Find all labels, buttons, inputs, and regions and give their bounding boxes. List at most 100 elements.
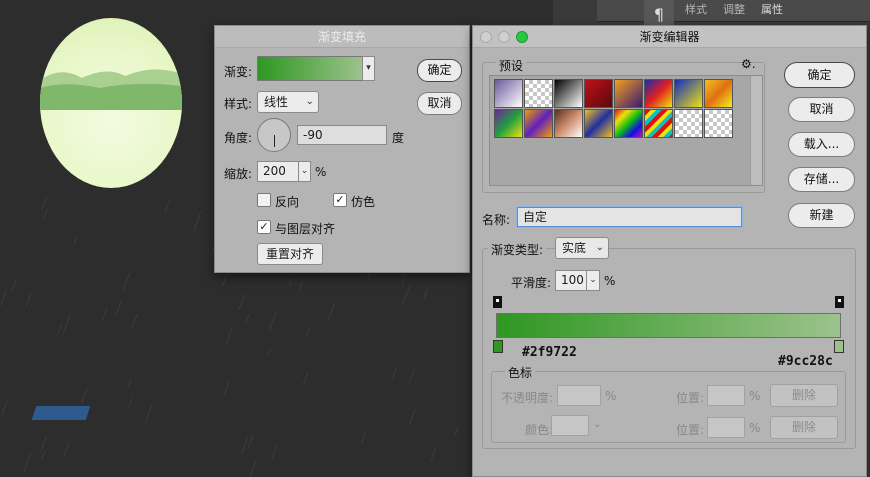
panel-tab-strip: 样式 调整 属性: [597, 0, 870, 22]
style-select[interactable]: 线性 ⌄: [257, 91, 319, 113]
ok-button[interactable]: 确定: [784, 62, 855, 88]
location-input[interactable]: [707, 385, 745, 406]
angle-label: 角度:: [224, 131, 253, 145]
color-stop-right[interactable]: [834, 340, 844, 353]
canvas-texture-streak: [144, 404, 153, 424]
smoothness-input[interactable]: 100: [555, 270, 587, 291]
gradient-fill-dialog: 渐变填充 渐变: ▾ 确定 取消 样式: 线性 ⌄ 角度: -90 度 缩放: …: [214, 25, 470, 273]
smoothness-dropdown-button[interactable]: ⌄: [586, 270, 600, 291]
zoom-window-button[interactable]: [516, 31, 528, 43]
gradient-editor-dialog: 渐变编辑器 预设 ⚙. 确定 取消 载入... 存储... 名称: 自定 新建 …: [472, 25, 867, 477]
preset-swatch[interactable]: [524, 79, 553, 108]
preset-swatch[interactable]: [674, 109, 703, 138]
color-stop-left[interactable]: [493, 340, 503, 353]
cancel-button[interactable]: 取消: [417, 92, 462, 115]
color-label: 颜色:: [525, 423, 554, 437]
presets-label: 预设: [496, 57, 527, 74]
gear-icon[interactable]: ⚙.: [741, 57, 756, 71]
scale-dropdown-button[interactable]: ⌄: [298, 161, 311, 182]
angle-unit: 度: [392, 131, 405, 145]
canvas-texture-streak: [122, 272, 131, 291]
preset-swatch[interactable]: [494, 109, 523, 138]
tab-properties[interactable]: 属性: [761, 1, 783, 19]
canvas-texture-streak: [361, 433, 366, 444]
canvas-texture-streak: [454, 426, 459, 436]
preset-swatch[interactable]: [644, 79, 673, 108]
canvas-texture-streak: [408, 369, 415, 384]
stop-right-hex-label: #9cc28c: [778, 354, 833, 369]
load-button[interactable]: 载入...: [788, 132, 855, 157]
canvas-texture-streak: [248, 460, 257, 477]
canvas-texture-streak: [238, 295, 245, 310]
align-with-layer-checkbox[interactable]: ✓: [257, 220, 271, 234]
scale-input[interactable]: 200: [257, 161, 299, 182]
canvas-texture-streak: [62, 314, 71, 335]
canvas-texture-streak: [41, 195, 48, 210]
canvas-texture-streak: [81, 387, 88, 404]
opacity-label: 不透明度:: [501, 391, 554, 405]
gradient-label: 渐变:: [224, 65, 253, 79]
opacity-input[interactable]: [557, 385, 601, 406]
preset-swatch[interactable]: [644, 109, 673, 138]
gradient-dropdown-button[interactable]: ▾: [362, 56, 375, 81]
save-button[interactable]: 存储...: [788, 167, 855, 192]
angle-input[interactable]: -90: [297, 125, 387, 145]
style-value: 线性: [264, 95, 289, 109]
reverse-label: 反向: [275, 195, 300, 209]
canvas-texture-streak: [268, 312, 277, 331]
cancel-button[interactable]: 取消: [788, 97, 855, 122]
name-input[interactable]: 自定: [517, 207, 742, 227]
canvas-texture-streak: [327, 302, 336, 320]
gradient-type-select[interactable]: 实底 ⌄: [555, 237, 609, 259]
location-input-2[interactable]: [707, 417, 745, 438]
minimize-window-button[interactable]: [498, 31, 510, 43]
canvas-texture-streak: [392, 368, 397, 379]
preset-swatch[interactable]: [704, 109, 733, 138]
canvas-texture-streak: [115, 300, 122, 317]
preset-swatch[interactable]: [704, 79, 733, 108]
scale-label: 缩放:: [224, 167, 253, 181]
canvas-texture-streak: [101, 307, 108, 322]
angle-dial[interactable]: [257, 118, 291, 152]
dither-checkbox[interactable]: ✓: [333, 193, 347, 207]
new-button[interactable]: 新建: [788, 203, 855, 228]
preset-swatch[interactable]: [614, 109, 643, 138]
opacity-stop-right[interactable]: [835, 296, 844, 308]
scale-unit: %: [315, 165, 327, 179]
reset-alignment-button[interactable]: 重置对齐: [257, 243, 323, 265]
color-stops-label: 色标: [505, 364, 536, 381]
gradient-type-label: 渐变类型:: [488, 241, 547, 258]
preset-swatch[interactable]: [554, 109, 583, 138]
canvas-texture-streak: [409, 409, 416, 424]
preset-swatch[interactable]: [584, 109, 613, 138]
color-swatch-input[interactable]: [551, 415, 589, 436]
gradient-preview-swatch[interactable]: [257, 56, 363, 81]
canvas-texture-streak: [41, 449, 46, 460]
presets-scrollbar[interactable]: [750, 76, 762, 185]
ok-button[interactable]: 确定: [417, 59, 462, 82]
delete-color-stop-button[interactable]: 删除: [770, 416, 838, 439]
preset-swatch[interactable]: [584, 79, 613, 108]
opacity-unit: %: [605, 389, 617, 403]
canvas-texture-streak: [247, 434, 254, 450]
preset-swatch[interactable]: [524, 109, 553, 138]
opacity-stop-left[interactable]: [493, 296, 502, 308]
preset-swatch[interactable]: [554, 79, 583, 108]
delete-opacity-stop-button[interactable]: 删除: [770, 384, 838, 407]
preset-swatch[interactable]: [674, 79, 703, 108]
preset-swatch[interactable]: [494, 79, 523, 108]
gradient-ramp[interactable]: [496, 313, 841, 338]
reverse-checkbox[interactable]: [257, 193, 271, 207]
tab-adjustments[interactable]: 调整: [723, 1, 745, 19]
preset-swatch[interactable]: [614, 79, 643, 108]
smoothness-label: 平滑度:: [511, 276, 552, 290]
canvas-texture-streak: [43, 209, 48, 219]
dialog-title: 渐变填充: [215, 26, 469, 48]
chevron-down-icon: ⌄: [595, 242, 604, 253]
canvas-texture-streak: [63, 441, 70, 458]
tab-styles[interactable]: 样式: [685, 1, 707, 19]
close-window-button[interactable]: [480, 31, 492, 43]
canvas-texture-streak: [23, 452, 32, 473]
dither-label: 仿色: [351, 195, 376, 209]
location-unit: %: [749, 389, 761, 403]
